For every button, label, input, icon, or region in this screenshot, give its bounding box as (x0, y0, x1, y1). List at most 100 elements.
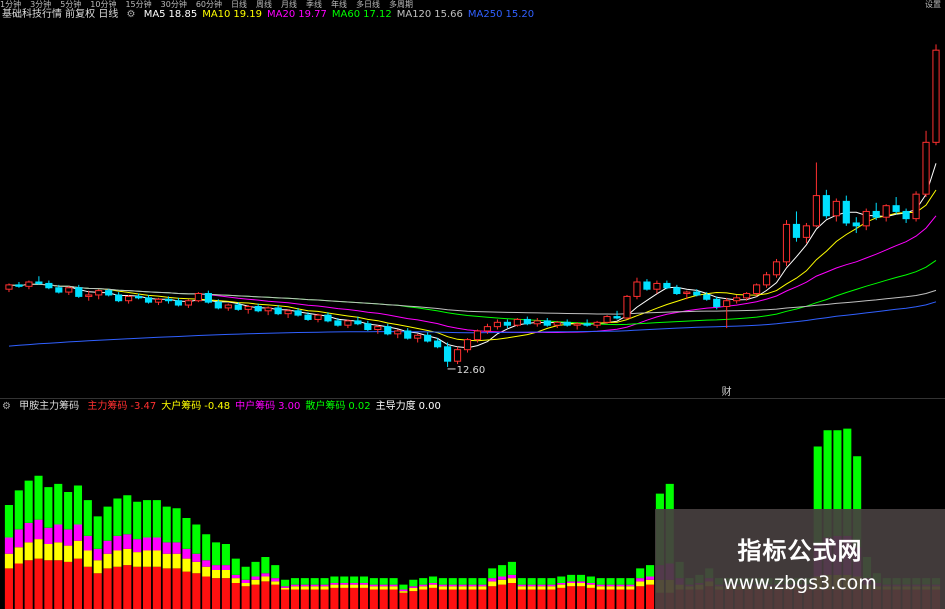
indicator-bar-segment (330, 576, 339, 583)
settings-icon[interactable]: ⚙ (127, 9, 136, 20)
indicator-bar-segment (162, 542, 171, 554)
indicator-bar-segment (507, 578, 516, 583)
indicator-bar-segment (182, 558, 191, 572)
indicator-bar-segment (182, 518, 191, 549)
indicator-bar-segment (468, 584, 477, 587)
candle (673, 284, 681, 295)
indicator-bar-segment (113, 535, 122, 551)
indicator-bar-segment (527, 578, 536, 585)
indicator-bar-segment (527, 589, 536, 609)
indicator-bar-segment (4, 505, 13, 538)
candle (922, 130, 930, 198)
indicator-bar-segment (231, 558, 240, 575)
indicator-bar-segment (478, 578, 487, 585)
indicator-bar-segment (399, 592, 408, 609)
indicator-bar-segment (419, 589, 428, 609)
indicator-bar-segment (221, 578, 230, 609)
candle (25, 280, 33, 290)
candle (105, 289, 113, 297)
indicator-bar-segment (251, 576, 260, 580)
indicator-bar-segment (133, 552, 142, 567)
indicator-bar-segment (44, 527, 53, 544)
candlestick-chart[interactable]: 12.60 财 (0, 22, 945, 398)
indicator-bar-segment (547, 584, 556, 587)
indicator-bar-segment (113, 498, 122, 536)
candle (374, 325, 382, 334)
candle (174, 297, 183, 307)
candle (832, 198, 840, 222)
settings-link[interactable]: 设置 (925, 0, 941, 9)
indicator-bar-segment (458, 578, 467, 585)
indicator-bar-segment (399, 584, 408, 590)
indicator-bar-segment (54, 524, 63, 543)
candle (792, 211, 801, 242)
indicator-bar-segment (24, 542, 33, 561)
indicator-bar-segment (379, 586, 388, 590)
indicator-bar-segment (517, 586, 526, 590)
indicator-bar-segment (359, 576, 369, 583)
indicator-bar-segment (300, 578, 309, 585)
candle (414, 333, 422, 343)
indicator-bar-segment (330, 587, 339, 609)
candle (623, 294, 631, 320)
legend-value: -0.48 (204, 401, 231, 412)
indicator-bar-segment (458, 586, 467, 590)
indicator-bar-segment (162, 506, 171, 543)
indicator-bar-segment (419, 578, 428, 585)
indicator-bar-segment (350, 576, 359, 583)
candle (344, 319, 352, 329)
indicator-bar-segment (231, 583, 240, 609)
indicator-bar-segment (567, 574, 576, 582)
candle (463, 338, 472, 353)
indicator-bar-segment (399, 589, 408, 592)
legend-value: 19.19 (233, 9, 263, 20)
indicator-bar-segment (576, 574, 586, 582)
candle (613, 310, 621, 320)
indicator-bar-segment (498, 579, 507, 585)
indicator-bar-segment (448, 589, 457, 609)
indicator-bar-segment (281, 589, 290, 609)
candle (633, 277, 641, 300)
candle (154, 297, 163, 306)
indicator-bar-segment (547, 586, 556, 590)
legend-label: MA20 (267, 9, 296, 20)
candle (912, 191, 920, 222)
indicator-bar-segment (626, 586, 635, 590)
indicator-bar-segment (389, 578, 398, 585)
indicator-bar-segment (310, 584, 319, 587)
indicator-bar-segment (64, 561, 73, 609)
settings-icon[interactable]: ⚙ (2, 401, 11, 412)
candle (852, 217, 860, 234)
candle (653, 280, 661, 294)
indicator-bar-segment (300, 589, 309, 609)
candle (553, 320, 561, 329)
candle (593, 320, 601, 329)
candle (812, 162, 820, 228)
indicator-bar-segment (636, 581, 645, 587)
indicator-bar-segment (389, 584, 398, 587)
indicator-bar-segment (517, 584, 526, 587)
indicator-bar-segment (567, 583, 576, 587)
indicator-bar-segment (113, 550, 122, 567)
candle (125, 294, 133, 304)
indicator-bar-segment (261, 573, 270, 577)
watermark-url: www.zbgs3.com (723, 572, 877, 594)
indicator-bar-segment (507, 561, 516, 575)
event-marker[interactable]: 财 (722, 385, 732, 398)
indicator-bar-segment (429, 587, 438, 609)
main-legend: 基础科技行情 前复权 日线 ⚙ MA5 18.85 MA10 19.19 MA20 19.… (2, 8, 544, 22)
indicator-bar-segment (438, 586, 447, 590)
indicator-bar-segment (54, 483, 63, 525)
indicator-bar-segment (369, 584, 378, 587)
candle (424, 332, 432, 343)
indicator-bar-segment (369, 589, 378, 609)
candle (543, 318, 551, 327)
legend-label: MA250 (467, 9, 503, 20)
indicator-bar-segment (152, 500, 161, 538)
indicator-bar-segment (448, 584, 457, 587)
indicator-bar-segment (458, 584, 467, 587)
indicator-bar-segment (202, 576, 211, 609)
indicator-bar-segment (419, 586, 428, 590)
indicator-bar-segment (142, 550, 152, 567)
indicator-bar-segment (54, 560, 63, 609)
